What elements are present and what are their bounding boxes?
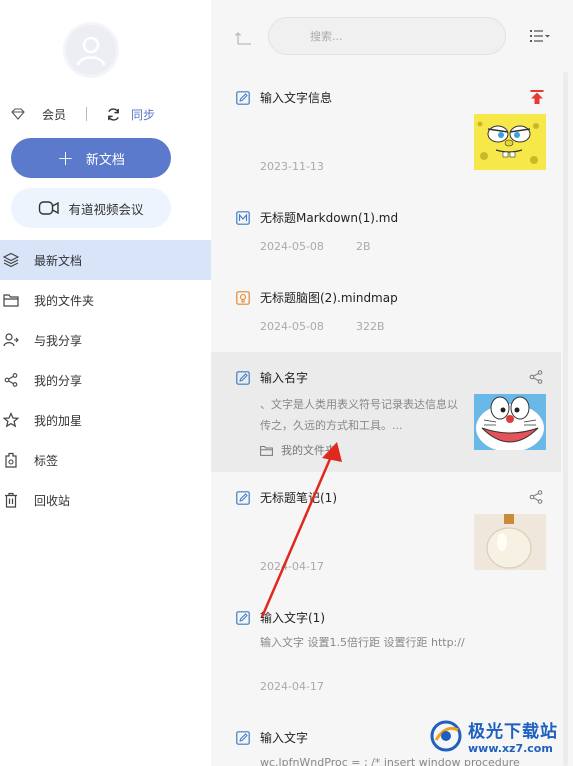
sidebar-nav: 最新文档 我的文件夹 与我分享 我的分享 我的加星 标签 回收站 <box>0 240 211 520</box>
watermark-logo: 极光下载站 www.xz7.com <box>428 710 568 762</box>
document-title: 无标题脑图(2).mindmap <box>260 291 398 305</box>
document-title: 输入文字信息 <box>260 91 333 105</box>
document-date: 2024-05-08 <box>260 320 324 333</box>
note-icon <box>236 371 250 385</box>
video-meeting-label: 有道视频会议 <box>68 201 144 217</box>
sync-icon[interactable] <box>105 106 121 122</box>
mindmap-icon <box>236 291 250 305</box>
sidebar-item-label: 最新文档 <box>34 253 83 268</box>
video-camera-icon <box>38 199 60 217</box>
document-date: 2024-04-17 <box>260 680 324 693</box>
member-sync-row: 会员 同步 <box>10 104 200 124</box>
share-icon[interactable] <box>529 370 543 384</box>
document-date: 2024-04-17 <box>260 560 324 573</box>
sidebar-item-label: 回收站 <box>34 493 71 508</box>
folder-icon <box>260 445 273 456</box>
search-placeholder: 搜索... <box>310 30 343 43</box>
document-snippet: 、文字是人类用表义符号记录表达信息以传之，久远的方式和工具。... <box>260 398 458 432</box>
document-item[interactable]: 输入文字(1) 输入文字 设置1.5倍行距 设置行距 http:// 2024-… <box>211 592 561 712</box>
sidebar-item-tags[interactable]: 标签 <box>0 440 211 480</box>
document-title: 输入名字 <box>260 371 309 385</box>
sidebar-item-label: 我的分享 <box>34 373 83 388</box>
list-view-toggle-icon[interactable] <box>529 28 551 44</box>
watermark-url: www.xz7.com <box>468 742 553 755</box>
document-list-panel: 搜索... 输入文字信息 2023-11-13 无标题Markdown(1).m… <box>211 0 573 766</box>
document-title: 输入文字(1) <box>260 611 325 625</box>
note-icon <box>236 91 250 105</box>
sidebar-item-shared-with-me[interactable]: 与我分享 <box>0 320 211 360</box>
markdown-icon <box>236 211 250 225</box>
scrollbar[interactable] <box>563 72 568 766</box>
tag-icon <box>3 452 19 468</box>
video-meeting-button[interactable]: 有道视频会议 <box>11 188 171 228</box>
pin-to-top-icon[interactable] <box>529 89 545 105</box>
document-date: 2024-05-08 <box>260 240 324 253</box>
document-size: 322B <box>356 320 385 333</box>
star-icon <box>3 412 19 428</box>
document-title: 输入文字 <box>260 731 309 745</box>
folder-icon <box>3 292 19 308</box>
document-title: 无标题笔记(1) <box>260 491 337 505</box>
sidebar-item-my-shares[interactable]: 我的分享 <box>0 360 211 400</box>
document-folder-label: 我的文件夹 <box>281 444 336 457</box>
note-icon <box>236 491 250 505</box>
shared-with-me-icon <box>3 332 19 348</box>
note-icon <box>236 731 250 745</box>
note-icon <box>236 611 250 625</box>
sidebar-item-label: 标签 <box>34 453 59 468</box>
user-icon <box>76 36 106 66</box>
share-icon[interactable] <box>529 490 543 504</box>
parent-folder-icon[interactable] <box>235 28 253 46</box>
sidebar-item-label: 我的加星 <box>34 413 83 428</box>
document-snippet: 输入文字 设置1.5倍行距 设置行距 http:// <box>260 636 465 649</box>
sidebar: 会员 同步 + 新文档 有道视频会议 最新文档 我的文件夹 与我分享 我的分享 … <box>0 0 211 766</box>
new-document-label: 新文档 <box>85 152 125 168</box>
layers-icon <box>3 252 19 268</box>
trash-icon <box>3 492 19 508</box>
list-toolbar: 搜索... <box>211 0 573 72</box>
search-input[interactable]: 搜索... <box>268 17 506 55</box>
document-thumbnail <box>474 514 546 570</box>
document-thumbnail <box>474 394 546 450</box>
plus-icon: + <box>57 146 74 170</box>
sidebar-item-my-folders[interactable]: 我的文件夹 <box>0 280 211 320</box>
document-item[interactable]: 无标题笔记(1) 2024-04-17 <box>211 472 561 592</box>
document-title: 无标题Markdown(1).md <box>260 211 399 225</box>
sidebar-item-label: 与我分享 <box>34 333 83 348</box>
document-item[interactable]: 输入名字 、文字是人类用表义符号记录表达信息以传之，久远的方式和工具。... 我… <box>211 352 561 472</box>
avatar[interactable] <box>63 22 119 78</box>
share-icon <box>3 372 19 388</box>
sidebar-item-starred[interactable]: 我的加星 <box>0 400 211 440</box>
sidebar-item-label: 我的文件夹 <box>34 293 95 308</box>
new-document-button[interactable]: + 新文档 <box>11 138 171 178</box>
aurora-logo-icon <box>430 720 462 752</box>
document-date: 2023-11-13 <box>260 160 324 173</box>
document-item[interactable]: 输入文字信息 2023-11-13 <box>211 72 561 192</box>
sidebar-item-recent[interactable]: 最新文档 <box>0 240 211 280</box>
document-thumbnail <box>474 114 546 170</box>
document-folder[interactable]: 我的文件夹 <box>260 442 336 458</box>
sync-label[interactable]: 同步 <box>131 106 155 123</box>
member-label[interactable]: 会员 <box>42 106 66 123</box>
divider <box>86 107 88 121</box>
watermark-title: 极光下载站 <box>468 722 558 742</box>
diamond-icon[interactable] <box>10 106 26 122</box>
document-size: 2B <box>356 240 371 253</box>
sidebar-item-trash[interactable]: 回收站 <box>0 480 211 520</box>
